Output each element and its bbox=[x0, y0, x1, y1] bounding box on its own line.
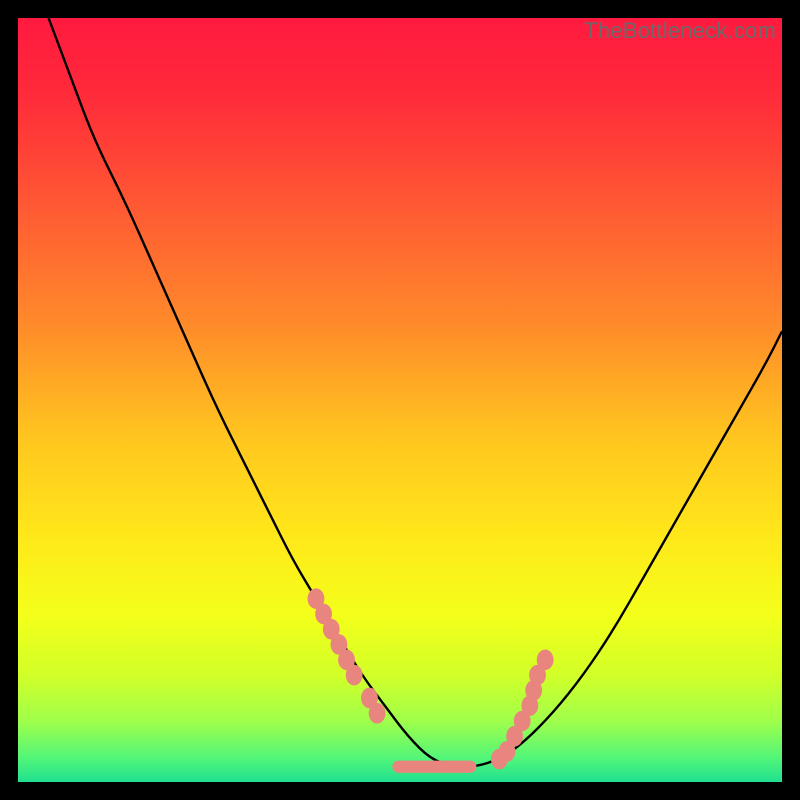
chart-frame: TheBottleneck.com bbox=[18, 18, 782, 782]
marker-dot bbox=[537, 649, 554, 670]
watermark-text: TheBottleneck.com bbox=[584, 18, 776, 44]
marker-dot bbox=[346, 665, 363, 686]
marker-bottom-bar bbox=[392, 761, 476, 773]
gradient-background bbox=[18, 18, 782, 782]
bottleneck-chart bbox=[18, 18, 782, 782]
marker-dot bbox=[369, 703, 386, 724]
